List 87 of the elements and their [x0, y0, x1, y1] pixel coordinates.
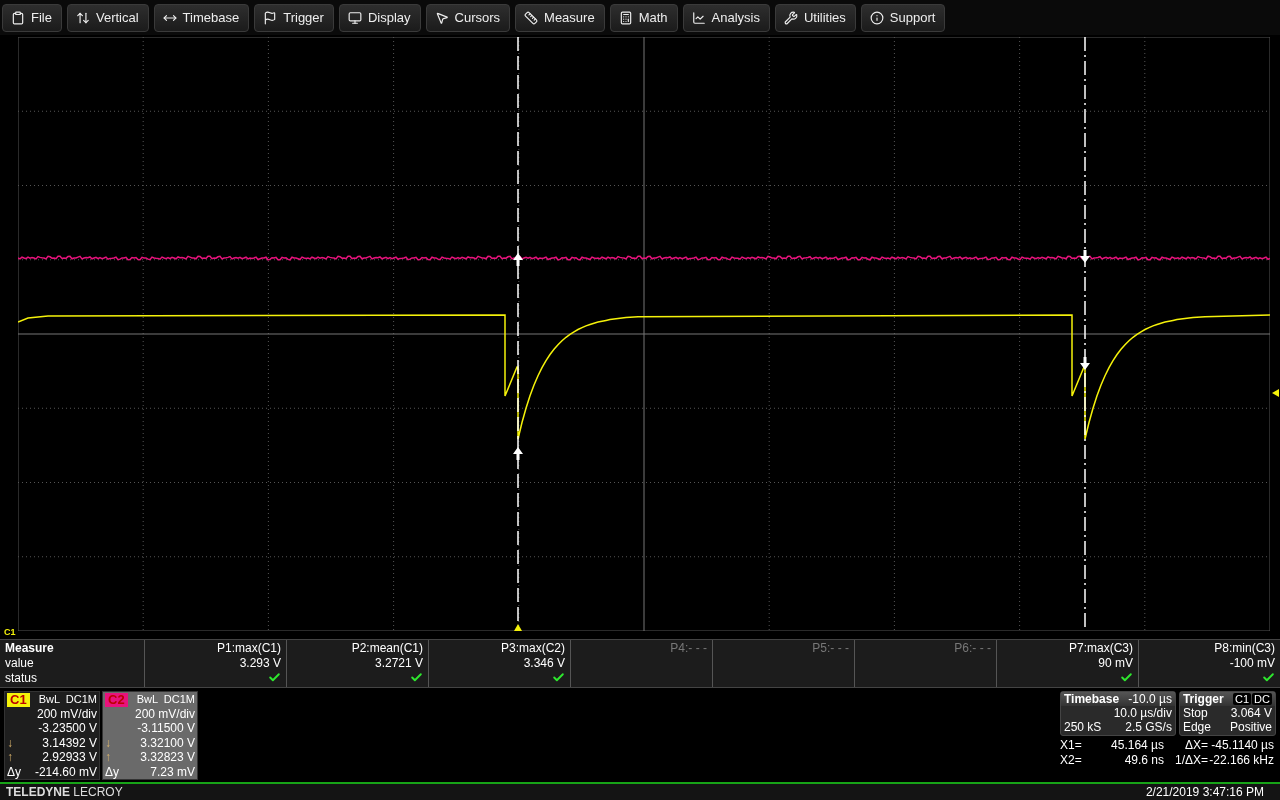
param-name[interactable]: P1:max(C1) [217, 641, 281, 657]
menu-button[interactable]: Trigger [254, 3, 334, 32]
readout-value: 45.164 µs [1111, 738, 1164, 754]
readout-label: X1= [1060, 738, 1082, 754]
wrench-icon [783, 10, 798, 25]
timebase-panel[interactable]: Timebase -10.0 µs 10.0 µs/div 250 kS 2.5 GS/s [1060, 691, 1176, 737]
offset-value: -3.11500 V [137, 721, 195, 736]
trigger-panel[interactable]: Trigger C1 DC Stop 3.064 V Edge Positive [1178, 691, 1276, 737]
trigger-level: 3.064 V [1230, 706, 1272, 721]
param-name[interactable]: P2:mean(C1) [351, 641, 423, 657]
volts-per-div: 200 mV/div [134, 706, 195, 722]
monitor-icon [347, 10, 362, 25]
calculator-icon [618, 10, 633, 25]
row-label: value [5, 656, 34, 672]
cursor-value: 7.23 mV [150, 764, 195, 780]
readout-label: ΔX= [1184, 738, 1208, 754]
ruler-icon [524, 10, 539, 25]
cursor-value: 3.14392 V [42, 735, 97, 751]
param-name[interactable]: P7:max(C3) [1069, 641, 1133, 657]
readout-label: 1/ΔX= [1174, 753, 1208, 769]
cursor-symbol: ↓ [7, 735, 13, 751]
date-time: 2/21/2019 3:47:16 PM [1145, 785, 1264, 800]
flag-icon [263, 10, 278, 25]
cursor-value: -214.60 mV [34, 764, 97, 780]
coupling-chip: DC [1252, 693, 1272, 706]
channel-descriptor[interactable]: C2 BwL DC1M 200 mV/div -3.11500 V ↓ 3.32100 V ↑ 3.32823 V Δy 7.23 mV [102, 691, 198, 781]
cursor-arrow-icon [1080, 357, 1090, 371]
cursor-arrow-icon [1080, 250, 1090, 264]
pointer-icon [434, 10, 449, 25]
cursor-value: 3.32823 V [140, 750, 195, 765]
sample-count: 250 kS [1064, 720, 1102, 735]
up-down-arrow-icon [75, 10, 90, 25]
time-per-div: 10.0 µs/div [1113, 706, 1172, 721]
cursor-value: 2.92933 V [42, 750, 97, 765]
offset-value: -3.23500 V [38, 721, 97, 736]
channel-tag[interactable]: C1 [7, 692, 30, 707]
sample-rate: 2.5 GS/s [1125, 720, 1172, 735]
channel-ground-marker: C1 [4, 627, 16, 638]
cursor-arrow-icon [513, 447, 523, 461]
menu-button[interactable]: Analysis [682, 3, 770, 32]
brand-name: LECROY [73, 785, 123, 800]
menu-button[interactable]: Display [338, 3, 421, 32]
row-label: status [5, 671, 37, 687]
trigger-type: Edge [1182, 720, 1211, 735]
trigger-level-icon [1272, 389, 1279, 398]
trigger-slope: Positive [1229, 720, 1272, 735]
trigger-mode: Stop [1182, 706, 1208, 721]
param-value: 3.2721 V [374, 656, 423, 672]
line-chart-icon [691, 10, 706, 25]
menu-button[interactable]: Math [609, 3, 678, 32]
cursor-symbol: Δy [7, 764, 21, 780]
delay-value: -10.0 µs [1128, 692, 1172, 707]
readout-value: 49.6 ns [1124, 753, 1164, 769]
cursor-arrow-icon [513, 253, 523, 267]
menu-button[interactable]: File [2, 3, 62, 32]
param-value: 3.293 V [239, 656, 281, 672]
trigger-marker-icon [514, 624, 522, 632]
param-value: -100 mV [1229, 656, 1275, 672]
menu-button[interactable]: Support [860, 3, 946, 32]
panel-title: Timebase [1064, 692, 1120, 707]
menu-button[interactable]: Timebase [153, 3, 250, 32]
param-name[interactable]: P8:min(C3) [1214, 641, 1275, 657]
panel-title: Trigger [1182, 692, 1224, 707]
menu-button[interactable]: Vertical [66, 3, 149, 32]
menu-button[interactable]: Utilities [774, 3, 856, 32]
cursor-symbol: ↑ [105, 750, 111, 765]
readout-value: -45.1140 µs [1211, 738, 1274, 754]
brand-name: TELEDYNE [6, 785, 70, 800]
volts-per-div: 200 mV/div [36, 706, 97, 722]
channel-descriptor[interactable]: C1 BwL DC1M 200 mV/div -3.23500 V ↓ 3.14392 V ↑ 2.92933 V Δy -214.60 mV [4, 691, 100, 781]
info-icon [869, 10, 884, 25]
cursor-symbol: ↓ [105, 735, 111, 751]
param-value: 90 mV [1098, 656, 1133, 672]
menu-button[interactable]: Cursors [425, 3, 511, 32]
param-name[interactable]: P3:max(C2) [501, 641, 565, 657]
clipboard-icon [11, 10, 25, 25]
cursor-value: 3.32100 V [140, 735, 195, 751]
coupling-label: BwL DC1M [136, 692, 195, 707]
coupling-label: BwL DC1M [38, 692, 97, 707]
cursor-symbol: ↑ [7, 750, 13, 765]
param-value: 3.346 V [523, 656, 565, 672]
table-title: Measure [5, 641, 54, 657]
cursor-symbol: Δy [105, 764, 119, 780]
menu-button[interactable]: Measure [515, 3, 605, 32]
source-chip: C1 [1233, 693, 1252, 706]
readout-label: X2= [1060, 753, 1082, 769]
readout-value: -22.166 kHz [1209, 753, 1274, 769]
